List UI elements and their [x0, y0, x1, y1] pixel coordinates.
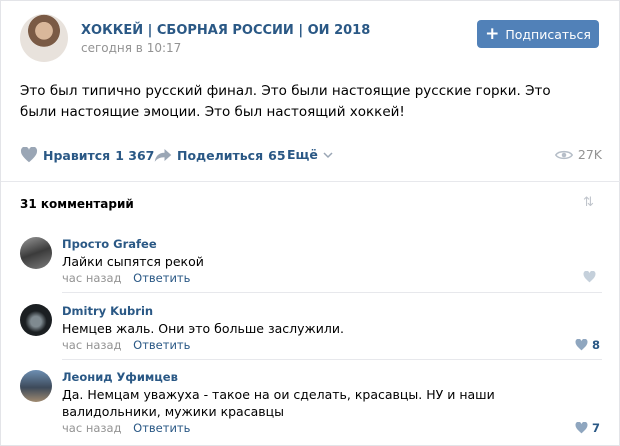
like-label: Нравится: [43, 147, 111, 163]
chevron-down-icon: [323, 151, 333, 158]
comment-author[interactable]: Леонид Уфимцев: [62, 370, 178, 384]
comment-time[interactable]: час назад: [62, 271, 122, 285]
comment: Dmitry Kubrin Немцев жаль. Они это больш…: [20, 304, 602, 370]
comment-like-count: 8: [591, 338, 600, 352]
group-avatar[interactable]: [20, 14, 68, 62]
comment-meta: час назад Ответить: [62, 421, 190, 435]
like-count: 1 367: [115, 147, 155, 163]
post-time[interactable]: сегодня в 10:17: [81, 41, 181, 55]
plus-icon: +: [485, 23, 500, 44]
sort-icon[interactable]: ⇅: [583, 195, 594, 210]
comment-like-button[interactable]: 7: [575, 421, 600, 435]
avatar[interactable]: [20, 370, 52, 402]
more-button[interactable]: Ещё: [287, 147, 333, 162]
comment-meta: час назад Ответить: [62, 338, 190, 352]
comment-like-count: 7: [591, 421, 600, 435]
post-card: ХОККЕЙ | СБОРНАЯ РОССИИ | ОИ 2018 сегодн…: [0, 0, 620, 446]
divider: [1, 181, 620, 182]
comment-meta: час назад Ответить: [62, 271, 190, 285]
comments-count: 31 комментарий: [20, 197, 134, 211]
share-button[interactable]: Поделиться 65: [154, 147, 286, 163]
comment-author[interactable]: Просто Grafee: [62, 237, 157, 251]
views-counter: 27K: [554, 147, 602, 162]
subscribe-label: Подписаться: [505, 26, 591, 42]
comment-time[interactable]: час назад: [62, 421, 122, 435]
avatar[interactable]: [20, 237, 52, 269]
more-label: Ещё: [287, 147, 318, 162]
comment-like-button[interactable]: 8: [575, 338, 600, 352]
share-icon: [154, 149, 172, 162]
post-text: Это был типично русский финал. Это были …: [20, 83, 551, 120]
reply-button[interactable]: Ответить: [133, 338, 190, 352]
subscribe-button[interactable]: + Подписаться: [477, 20, 599, 48]
views-count: 27K: [577, 147, 602, 162]
comment-author[interactable]: Dmitry Kubrin: [62, 304, 153, 318]
reply-button[interactable]: Ответить: [133, 421, 190, 435]
reply-button[interactable]: Ответить: [133, 271, 190, 285]
comment-text: Да. Немцам уважуха - такое на ои сделать…: [62, 387, 495, 419]
heart-icon: [583, 271, 596, 283]
heart-icon: [575, 422, 588, 434]
comment-text: Немцев жаль. Они это больше заслужили.: [62, 321, 345, 336]
divider: [62, 359, 602, 360]
comment-time[interactable]: час назад: [62, 338, 122, 352]
comment: Леонид Уфимцев Да. Немцам уважуха - тако…: [20, 370, 602, 436]
eye-icon: [554, 150, 573, 159]
comment-like-button[interactable]: [583, 271, 600, 283]
group-title[interactable]: ХОККЕЙ | СБОРНАЯ РОССИИ | ОИ 2018: [81, 23, 370, 38]
heart-icon: [575, 339, 588, 351]
avatar[interactable]: [20, 304, 52, 336]
divider: [62, 292, 602, 293]
comment-text: Лайки сыпятся рекой: [62, 254, 204, 269]
like-button[interactable]: Нравится 1 367: [20, 147, 154, 163]
comment: Просто Grafee Лайки сыпятся рекой час на…: [20, 237, 602, 303]
share-count: 65: [268, 147, 286, 163]
share-label: Поделиться: [177, 147, 264, 163]
post-actions: Нравится 1 367 Поделиться 65 Ещё 27K: [20, 147, 602, 167]
heart-icon: [20, 147, 38, 163]
